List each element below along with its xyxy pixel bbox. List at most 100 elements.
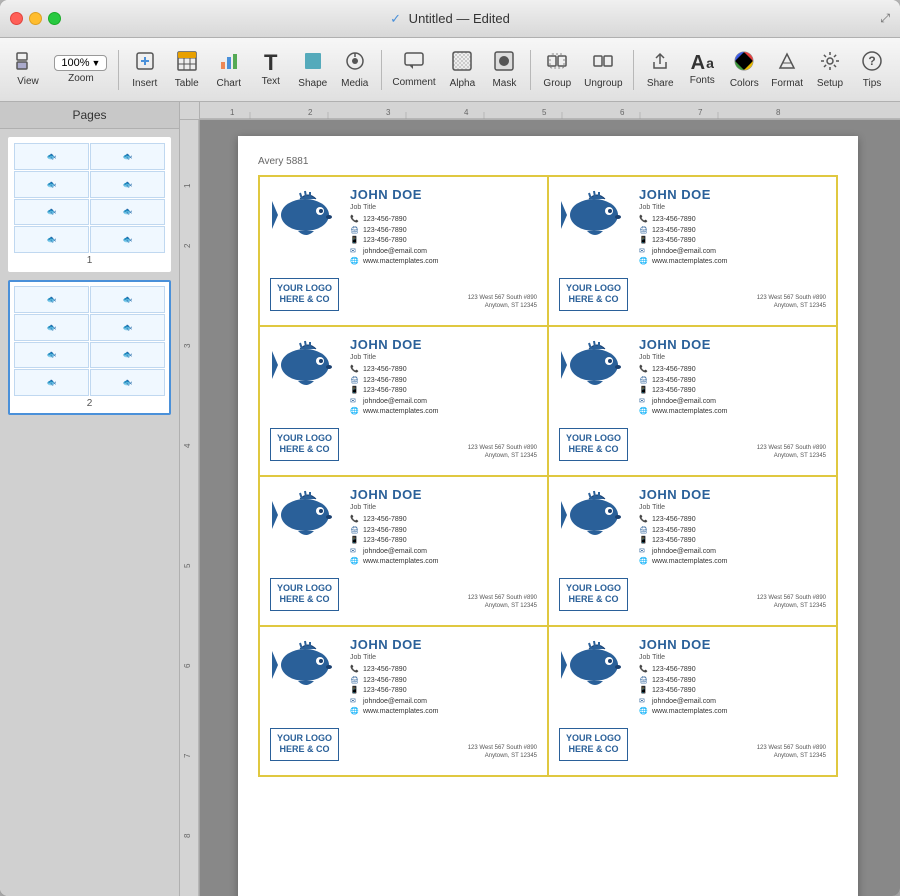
insert-button[interactable]: Insert [125,46,165,93]
page-thumb-2[interactable]: 🐟 🐟 🐟 🐟 🐟 🐟 🐟 🐟 2 [8,280,171,415]
share-button[interactable]: Share [640,46,680,93]
canvas-area[interactable]: 1 2 3 4 5 6 7 8 [180,102,900,896]
close-button[interactable] [10,12,23,25]
fax-icon-5: 🖨 [639,526,649,537]
website-line-7: 🌐 www.mactemplates.com [639,707,826,718]
fish-illustration-1 [559,187,631,268]
svg-text:?: ? [868,54,875,68]
svg-text:2: 2 [308,108,313,117]
phone2-line-0: 🖨 123-456-7890 [350,226,537,237]
phone3-line-1: 📱 123-456-7890 [639,236,826,247]
phone2-7: 123-456-7890 [652,676,696,687]
card-top-2: JOHN DOE Job Title 📞 123-456-7890 🖨 123-… [270,337,537,418]
website-line-4: 🌐 www.mactemplates.com [350,557,537,568]
card-name-3: JOHN DOE [639,337,826,352]
phone1-line-7: 📞 123-456-7890 [639,665,826,676]
page-1-content: 🐟 🐟 🐟 🐟 🐟 🐟 🐟 🐟 [14,143,165,253]
zoom-arrow: ▼ [92,58,101,68]
mask-label: Mask [492,78,516,89]
colors-button[interactable]: Colors [724,46,764,93]
phone2-line-4: 🖨 123-456-7890 [350,526,537,537]
group-button[interactable]: Group [537,46,577,93]
website-line-0: 🌐 www.mactemplates.com [350,257,537,268]
website-4: www.mactemplates.com [363,557,438,568]
media-label: Media [341,78,368,89]
shape-button[interactable]: Shape [293,46,333,93]
media-button[interactable]: Media [335,46,375,93]
email-5: johndoe@email.com [652,547,716,558]
avery-label: Avery 5881 [258,156,838,167]
fonts-button[interactable]: Aa Fonts [682,49,722,90]
zoom-box[interactable]: 100% ▼ [54,55,107,71]
document-container: Avery 5881 [200,120,900,896]
pages-list: 🐟 🐟 🐟 🐟 🐟 🐟 🐟 🐟 1 🐟 🐟 [0,129,179,896]
view-button[interactable]: View [8,48,48,91]
card-bottom-4: YOUR LOGOHERE & CO 123 West 567 South #8… [270,578,537,611]
thumb-card-4: 🐟 [90,171,165,198]
card-address-5: 123 West 567 South #890Anytown, ST 12345 [757,594,826,611]
phone2-3: 123-456-7890 [652,376,696,387]
email-icon-0: ✉ [350,247,360,258]
phone-icon-3: 📞 [639,365,649,376]
format-button[interactable]: Format [766,46,808,93]
phone3-line-5: 📱 123-456-7890 [639,536,826,547]
phone2-5: 123-456-7890 [652,526,696,537]
card-address-6: 123 West 567 South #890Anytown, ST 12345 [468,744,537,761]
app-icon: ✓ [390,11,401,26]
email-line-1: ✉ johndoe@email.com [639,247,826,258]
phone2-line-7: 🖨 123-456-7890 [639,676,826,687]
website-line-1: 🌐 www.mactemplates.com [639,257,826,268]
insert-label: Insert [132,78,157,89]
mobile-icon-7: 📱 [639,686,649,697]
setup-button[interactable]: Setup [810,46,850,93]
tips-button[interactable]: ? Tips [852,46,892,93]
expand-button[interactable]: ⤢ [880,11,890,26]
card-title-6: Job Title [350,654,537,661]
share-icon [649,50,671,76]
minimize-button[interactable] [29,12,42,25]
phone3-line-7: 📱 123-456-7890 [639,686,826,697]
website-7: www.mactemplates.com [652,707,727,718]
phone3-6: 123-456-7890 [363,686,407,697]
page-thumb-1[interactable]: 🐟 🐟 🐟 🐟 🐟 🐟 🐟 🐟 1 [8,137,171,272]
group-icon [546,50,568,76]
table-button[interactable]: Table [167,46,207,93]
card-name-5: JOHN DOE [639,487,826,502]
phone2-line-2: 🖨 123-456-7890 [350,376,537,387]
view-icon [16,52,40,74]
zoom-control[interactable]: 100% ▼ Zoom [50,51,112,88]
card-info-3: JOHN DOE Job Title 📞 123-456-7890 🖨 123-… [639,337,826,418]
colors-icon [733,50,755,76]
text-button[interactable]: T Text [251,48,291,91]
phone1-0: 123-456-7890 [363,215,407,226]
phone2-4: 123-456-7890 [363,526,407,537]
chart-button[interactable]: Chart [209,46,249,93]
ungroup-label: Ungroup [584,78,622,89]
alpha-button[interactable]: Alpha [442,46,482,93]
thumb-fish-icon: 🐟 [123,323,133,332]
card-title-4: Job Title [350,504,537,511]
comment-button[interactable]: Comment [388,47,441,92]
card-info-5: JOHN DOE Job Title 📞 123-456-7890 🖨 123-… [639,487,826,568]
web-icon-0: 🌐 [350,257,360,268]
mask-icon [493,50,515,76]
colors-label: Colors [730,78,759,89]
card-logo-6: YOUR LOGOHERE & CO [270,728,339,761]
thumb-card-8: 🐟 [90,226,165,253]
card-contact-0: 📞 123-456-7890 🖨 123-456-7890 📱 123-456-… [350,215,537,268]
web-icon-6: 🌐 [350,707,360,718]
phone1-line-6: 📞 123-456-7890 [350,665,537,676]
fax-icon-2: 🖨 [350,376,360,387]
email-icon-2: ✉ [350,397,360,408]
card-contact-6: 📞 123-456-7890 🖨 123-456-7890 📱 123-456-… [350,665,537,718]
card-address-1: 123 West 567 South #890Anytown, ST 12345 [757,294,826,311]
maximize-button[interactable] [48,12,61,25]
svg-text:1: 1 [230,108,235,117]
ungroup-button[interactable]: Ungroup [579,46,627,93]
card-bottom-5: YOUR LOGOHERE & CO 123 West 567 South #8… [559,578,826,611]
web-icon-4: 🌐 [350,557,360,568]
fax-icon-6: 🖨 [350,676,360,687]
card-name-0: JOHN DOE [350,187,537,202]
card-top-0: JOHN DOE Job Title 📞 123-456-7890 🖨 123-… [270,187,537,268]
mask-button[interactable]: Mask [484,46,524,93]
